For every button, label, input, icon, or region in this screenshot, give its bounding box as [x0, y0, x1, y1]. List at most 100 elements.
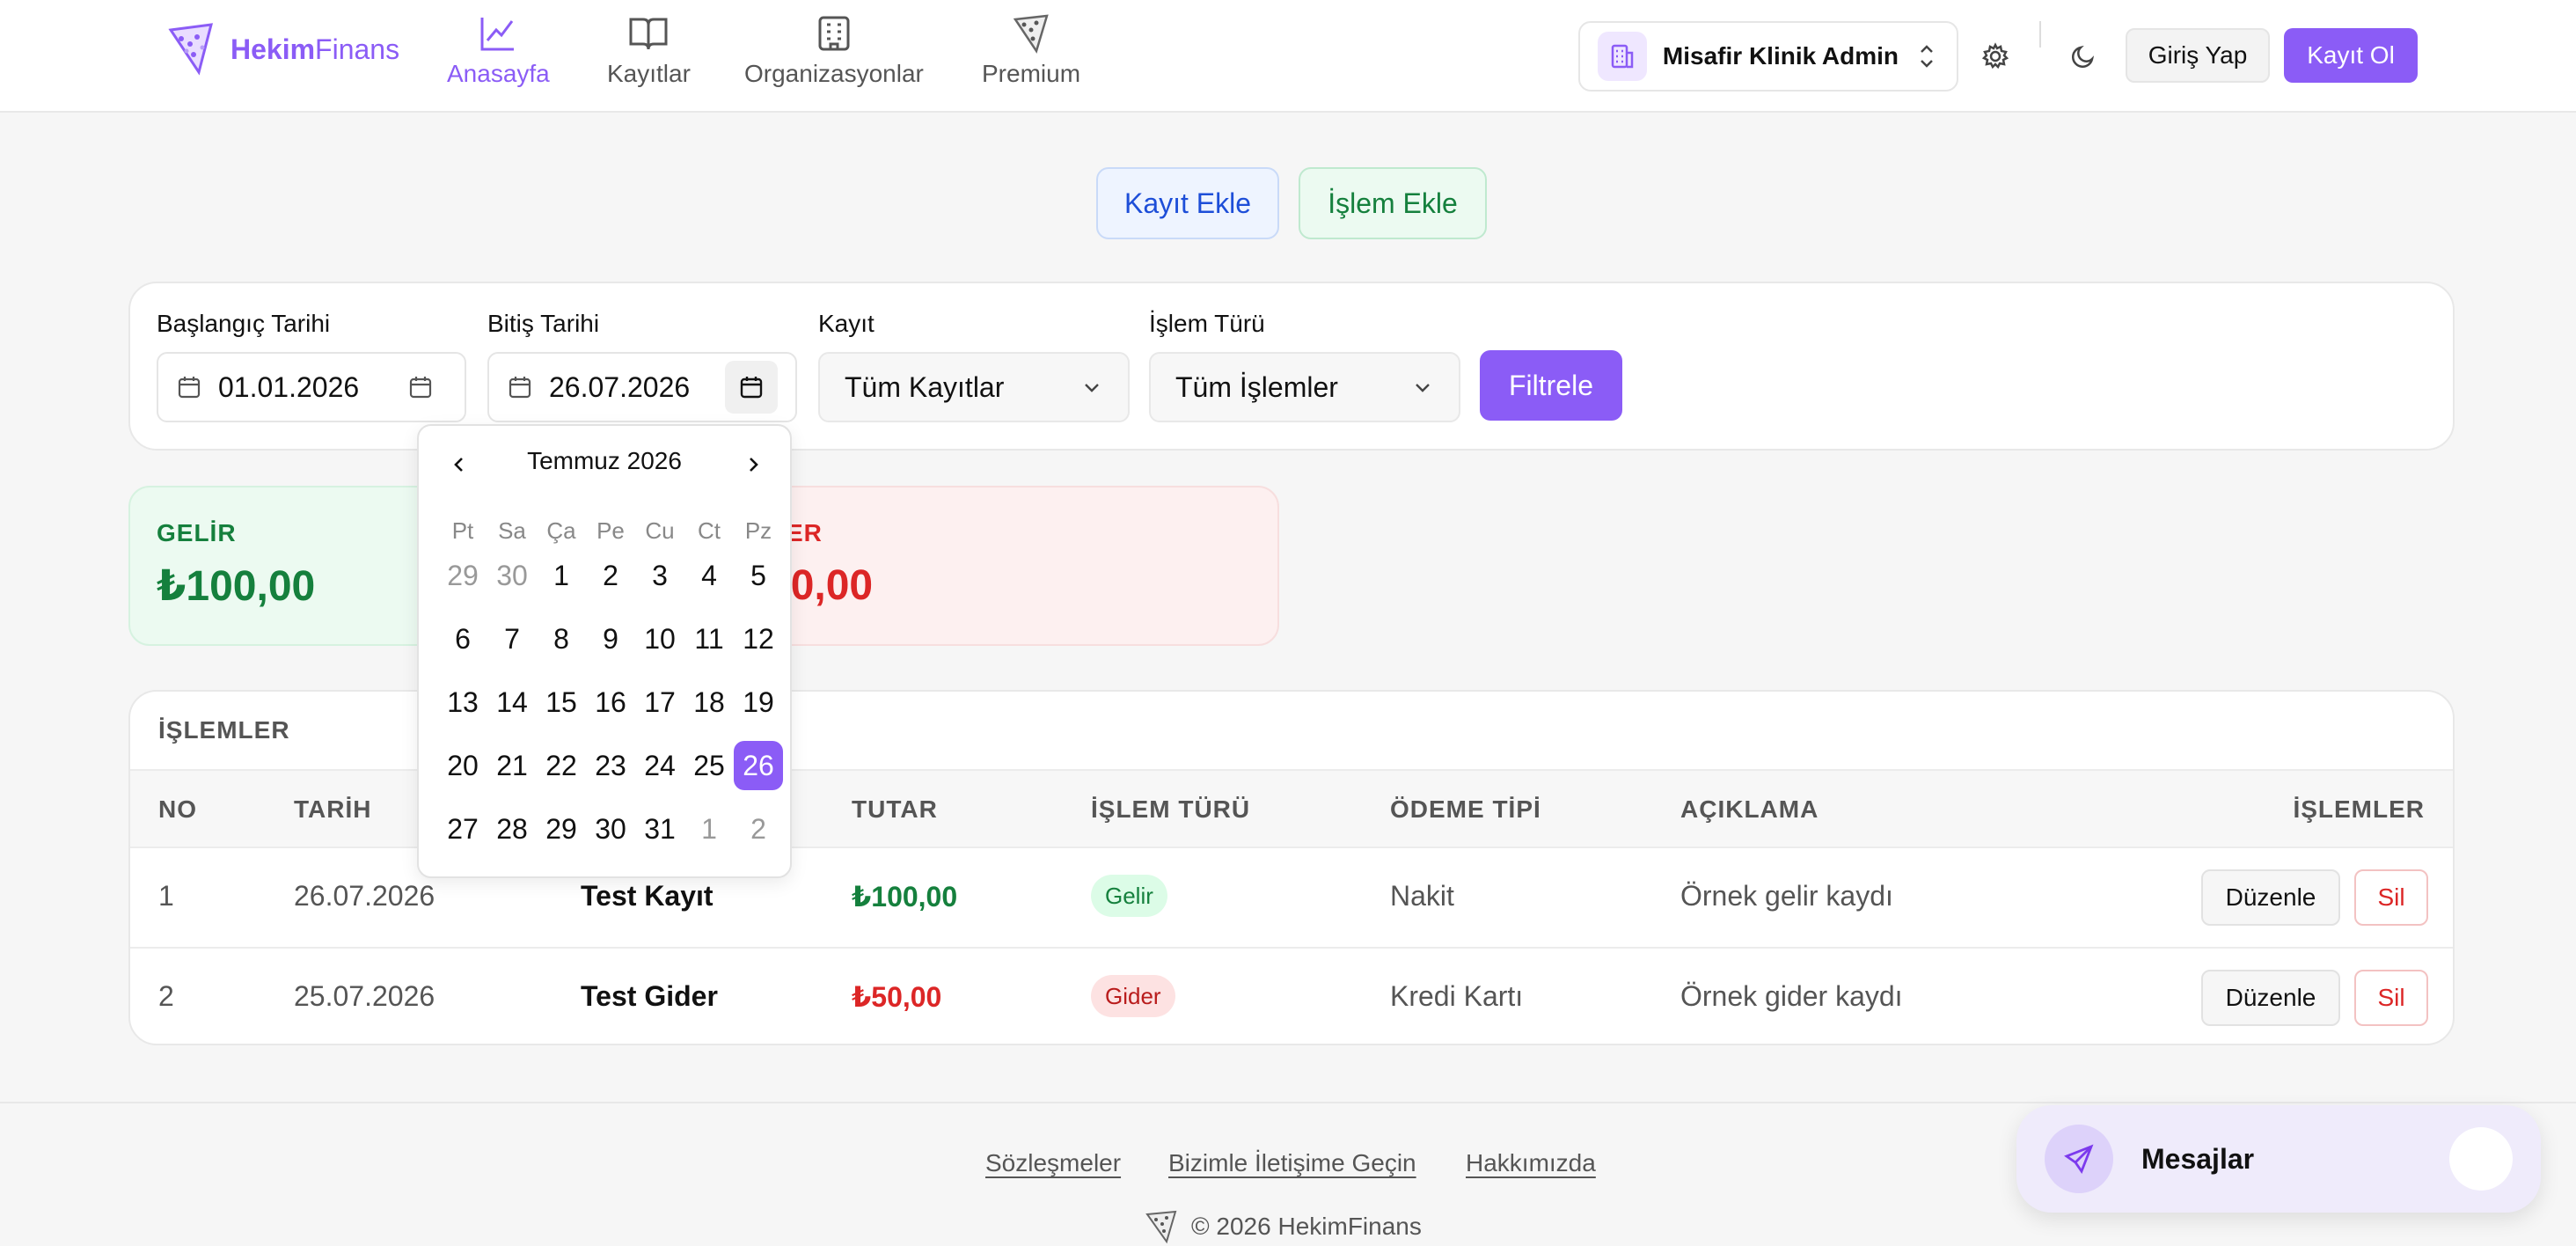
- calendar-day[interactable]: 18: [684, 678, 734, 727]
- weekday-label: Cu: [645, 517, 675, 544]
- calendar-day[interactable]: 9: [586, 614, 635, 663]
- messages-toggle[interactable]: [2449, 1127, 2513, 1191]
- cell-description: Örnek gelir kaydı: [1680, 880, 1893, 912]
- calendar-day[interactable]: 2: [586, 551, 635, 600]
- calendar-day[interactable]: 15: [537, 678, 586, 727]
- col-payment: ÖDEME TİPİ: [1390, 795, 1541, 823]
- footer-logo-icon: [1145, 1210, 1177, 1244]
- type-filter-select[interactable]: Tüm İşlemler: [1149, 352, 1460, 422]
- footer-link-agreements[interactable]: Sözleşmeler: [985, 1149, 1121, 1177]
- col-date: TARİH: [294, 795, 372, 823]
- calendar-icon: [509, 377, 531, 399]
- calendar-day[interactable]: 19: [734, 678, 783, 727]
- nav-anasayfa[interactable]: Anasayfa: [447, 12, 550, 100]
- login-button[interactable]: Giriş Yap: [2126, 28, 2270, 83]
- filter-button[interactable]: Filtrele: [1480, 350, 1622, 421]
- nav-label: Anasayfa: [447, 60, 550, 87]
- expense-title: ER: [787, 519, 823, 546]
- calendar-day[interactable]: 1: [537, 551, 586, 600]
- settings-button[interactable]: [1971, 32, 2020, 81]
- top-navbar: HekimFinans Anasayfa Kayıtlar Organizasy…: [0, 0, 2576, 113]
- calendar-day[interactable]: 17: [635, 678, 684, 727]
- nav-premium[interactable]: Premium: [982, 12, 1080, 100]
- calendar-day[interactable]: 7: [487, 614, 537, 663]
- messages-label: Mesajlar: [2141, 1142, 2255, 1175]
- calendar-day[interactable]: 30: [586, 804, 635, 854]
- nav-label: Kayıtlar: [607, 60, 691, 87]
- date-picker-popover: Temmuz 2026 Pt Sa Ça Pe Cu Ct Pz 29 30 1 2 3 4 5 6 7 8 9 1…: [417, 424, 792, 878]
- type-filter-value: Tüm İşlemler: [1175, 370, 1338, 403]
- type-badge: Gelir: [1091, 875, 1167, 917]
- start-date-calendar-button[interactable]: [394, 361, 447, 414]
- brand-logo[interactable]: HekimFinans: [164, 21, 399, 77]
- calendar-day[interactable]: 16: [586, 678, 635, 727]
- col-description: AÇIKLAMA: [1680, 795, 1819, 823]
- type-filter-label: İşlem Türü: [1149, 310, 1265, 337]
- end-date-input[interactable]: 26.07.2026: [487, 352, 797, 422]
- calendar-day[interactable]: 6: [438, 614, 487, 663]
- calendar-day[interactable]: 23: [586, 741, 635, 790]
- calendar-day[interactable]: 3: [635, 551, 684, 600]
- calendar-day[interactable]: 29: [537, 804, 586, 854]
- calendar-day[interactable]: 24: [635, 741, 684, 790]
- calendar-day[interactable]: 2: [734, 804, 783, 854]
- logo-icon: [168, 23, 214, 76]
- calendar-day[interactable]: 10: [635, 614, 684, 663]
- footer-link-contact[interactable]: Bizimle İletişime Geçin: [1168, 1149, 1416, 1177]
- end-date-value: 26.07.2026: [549, 370, 691, 403]
- delete-button[interactable]: Sil: [2354, 869, 2428, 926]
- calendar-day[interactable]: 4: [684, 551, 734, 600]
- moon-icon: [2072, 45, 2095, 68]
- calendar-day[interactable]: 30: [487, 551, 537, 600]
- calendar-day[interactable]: 21: [487, 741, 537, 790]
- calendar-day[interactable]: 26: [734, 741, 783, 790]
- edit-button[interactable]: Düzenle: [2201, 869, 2340, 926]
- start-date-input[interactable]: 01.01.2026: [157, 352, 466, 422]
- cell-date: 26.07.2026: [294, 880, 435, 912]
- delete-button[interactable]: Sil: [2354, 970, 2428, 1026]
- calendar-day[interactable]: 20: [438, 741, 487, 790]
- calendar-day[interactable]: 28: [487, 804, 537, 854]
- income-title: GELİR: [157, 519, 237, 546]
- col-type: İŞLEM TÜRÜ: [1091, 795, 1251, 823]
- record-filter-select[interactable]: Tüm Kayıtlar: [818, 352, 1130, 422]
- table-title: İŞLEMLER: [158, 716, 290, 744]
- calendar-day[interactable]: 12: [734, 614, 783, 663]
- premium-logo-icon: [1013, 14, 1049, 54]
- nav-organizasyonlar[interactable]: Organizasyonlar: [744, 12, 924, 100]
- footer-link-about[interactable]: Hakkımızda: [1466, 1149, 1596, 1177]
- calendar-day[interactable]: 8: [537, 614, 586, 663]
- weekday-label: Pe: [596, 517, 625, 544]
- calendar-icon: [178, 377, 201, 399]
- register-button[interactable]: Kayıt Ol: [2284, 28, 2418, 83]
- cell-description: Örnek gider kaydı: [1680, 980, 1903, 1012]
- calendar-day[interactable]: 25: [684, 741, 734, 790]
- org-building-icon: [1598, 32, 1647, 81]
- gear-icon: [1981, 42, 2009, 70]
- calendar-day[interactable]: 27: [438, 804, 487, 854]
- calendar-day[interactable]: 31: [635, 804, 684, 854]
- edit-button[interactable]: Düzenle: [2201, 970, 2340, 1026]
- messages-widget[interactable]: Mesajlar: [2016, 1105, 2541, 1213]
- table-row: 2 25.07.2026 Test Gider ₺50,00 Gider Kre…: [130, 947, 2453, 1044]
- building-icon: [818, 16, 850, 51]
- calendar-day[interactable]: 11: [684, 614, 734, 663]
- chevron-down-icon: [1416, 384, 1430, 392]
- book-icon: [629, 18, 668, 50]
- send-icon: [2045, 1125, 2113, 1193]
- theme-toggle-button[interactable]: [2059, 32, 2108, 81]
- add-transaction-button[interactable]: İşlem Ekle: [1299, 167, 1487, 239]
- calendar-day[interactable]: 13: [438, 678, 487, 727]
- calendar-day[interactable]: 5: [734, 551, 783, 600]
- organization-selector[interactable]: Misafir Klinik Admin: [1578, 21, 1958, 92]
- end-date-calendar-button[interactable]: [725, 361, 778, 414]
- weekday-label: Pt: [451, 517, 474, 544]
- calendar-day[interactable]: 1: [684, 804, 734, 854]
- nav-kayitlar[interactable]: Kayıtlar: [607, 12, 691, 100]
- calendar-day[interactable]: 22: [537, 741, 586, 790]
- add-record-button[interactable]: Kayıt Ekle: [1096, 167, 1279, 239]
- calendar-day[interactable]: 29: [438, 551, 487, 600]
- next-month-button[interactable]: [732, 443, 774, 486]
- calendar-day[interactable]: 14: [487, 678, 537, 727]
- cell-record: Test Kayıt: [581, 880, 714, 912]
